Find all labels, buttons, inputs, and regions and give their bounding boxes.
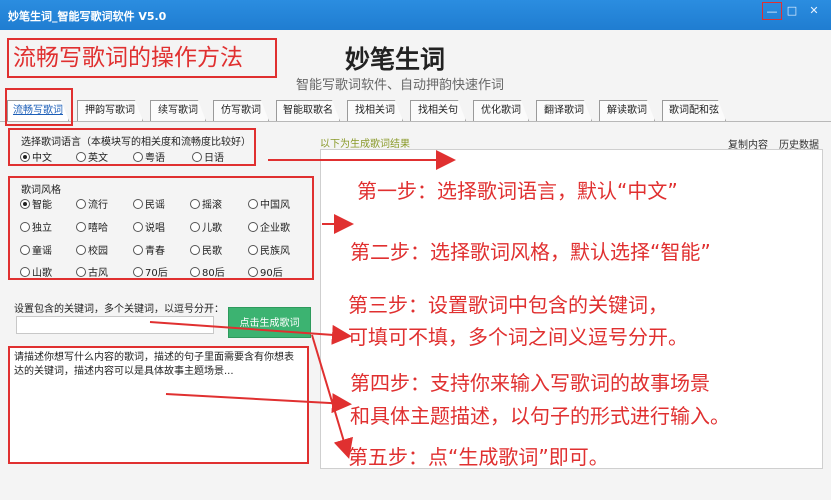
style-option[interactable]: 青春 (133, 242, 165, 257)
radio-icon (76, 152, 86, 162)
style-option[interactable]: 民族风 (248, 242, 290, 257)
language-option[interactable]: 英文 (76, 149, 108, 164)
tab-optimize-lyrics[interactable]: 优化歌词 (473, 100, 529, 121)
radio-icon (133, 245, 143, 255)
generate-lyrics-button[interactable]: 点击生成歌词 (228, 307, 311, 338)
style-option[interactable]: 校园 (76, 242, 108, 257)
radio-icon (190, 199, 200, 209)
radio-icon (248, 222, 258, 232)
style-option[interactable]: 嘻哈 (76, 219, 108, 234)
story-textarea[interactable]: 请描述你想写什么内容的歌词，描述的句子里面需要含有你想表达的关键词，描述内容可以… (8, 346, 309, 464)
tab-continue-lyrics[interactable]: 续写歌词 (150, 100, 206, 121)
radio-icon (20, 222, 30, 232)
active-tab-highlight (5, 88, 73, 126)
close-button[interactable]: ✕ (804, 2, 824, 20)
step-3-annotation-cont: 可填可不填，多个词之间义逗号分开。 (348, 325, 688, 349)
maximize-button[interactable]: □ (782, 2, 802, 20)
style-option[interactable]: 民谣 (133, 196, 165, 211)
radio-icon (248, 267, 258, 277)
radio-icon (20, 245, 30, 255)
tab-related-sentences[interactable]: 找相关句 (410, 100, 466, 121)
radio-icon (190, 267, 200, 277)
keywords-label: 设置包含的关键词，多个关键词，以逗号分开： (14, 304, 224, 315)
radio-icon (192, 152, 202, 162)
style-option[interactable]: 70后 (133, 264, 168, 279)
radio-icon (133, 222, 143, 232)
tab-lyrics-chords[interactable]: 歌词配和弦 (662, 100, 726, 121)
radio-icon (248, 199, 258, 209)
howto-banner: 流畅写歌词的操作方法 (7, 38, 277, 78)
radio-icon (133, 199, 143, 209)
language-option[interactable]: 日语 (192, 149, 224, 164)
style-option[interactable]: 古风 (76, 264, 108, 279)
tab-interpret-lyrics[interactable]: 解读歌词 (599, 100, 655, 121)
style-option[interactable]: 山歌 (20, 264, 52, 279)
step-3-annotation: 第三步：设置歌词中包含的关键词， (348, 293, 668, 317)
radio-icon (248, 245, 258, 255)
app-name: 妙笔生词 (345, 45, 446, 74)
style-option[interactable]: 90后 (248, 264, 283, 279)
style-option[interactable]: 中国风 (248, 196, 290, 211)
app-subtitle: 智能写歌词软件、自动押韵快速作词 (296, 78, 505, 93)
radio-icon (133, 152, 143, 162)
minimize-button[interactable]: — (762, 2, 782, 20)
step-4-annotation-cont: 和具体主题描述，以句子的形式进行输入。 (350, 404, 730, 428)
radio-icon (76, 267, 86, 277)
keywords-input[interactable] (16, 316, 214, 334)
tab-bar: 流畅写歌词 押韵写歌词 续写歌词 仿写歌词 智能取歌名 找相关词 找相关句 优化… (0, 96, 831, 122)
step-2-annotation: 第二步：选择歌词风格，默认选择“智能” (350, 240, 711, 264)
language-option[interactable]: 粤语 (133, 149, 165, 164)
header: 流畅写歌词的操作方法 妙笔生词 智能写歌词软件、自动押韵快速作词 (0, 30, 831, 96)
tab-song-title[interactable]: 智能取歌名 (276, 100, 340, 121)
radio-icon (20, 199, 30, 209)
language-option[interactable]: 中文 (20, 149, 52, 164)
radio-icon (20, 152, 30, 162)
style-option[interactable]: 摇滚 (190, 196, 222, 211)
style-option[interactable]: 流行 (76, 196, 108, 211)
radio-icon (20, 267, 30, 277)
style-option[interactable]: 说唱 (133, 219, 165, 234)
style-option[interactable]: 民歌 (190, 242, 222, 257)
result-label: 以下为生成歌词结果 (320, 139, 410, 150)
style-option[interactable]: 智能 (20, 196, 52, 211)
radio-icon (76, 199, 86, 209)
title-bar: 妙笔生词_智能写歌词软件 V5.0 — □ ✕ (0, 0, 831, 30)
style-option[interactable]: 企业歌 (248, 219, 290, 234)
radio-icon (133, 267, 143, 277)
style-option[interactable]: 儿歌 (190, 219, 222, 234)
tab-imitate-lyrics[interactable]: 仿写歌词 (213, 100, 269, 121)
tab-rhyme-lyrics[interactable]: 押韵写歌词 (77, 100, 143, 121)
app-window: 妙笔生词_智能写歌词软件 V5.0 — □ ✕ 流畅写歌词的操作方法 妙笔生词 … (0, 0, 831, 500)
window-title: 妙笔生词_智能写歌词软件 V5.0 (8, 10, 167, 23)
radio-icon (76, 222, 86, 232)
radio-icon (76, 245, 86, 255)
style-option[interactable]: 80后 (190, 264, 225, 279)
radio-icon (190, 222, 200, 232)
radio-icon (190, 245, 200, 255)
language-label: 选择歌词语言（本模块写的相关度和流畅度比较好） (21, 137, 251, 148)
style-option[interactable]: 独立 (20, 219, 52, 234)
tab-related-words[interactable]: 找相关词 (347, 100, 403, 121)
step-1-annotation: 第一步：选择歌词语言，默认“中文” (357, 179, 678, 203)
style-label: 歌词风格 (21, 185, 61, 196)
step-4-annotation: 第四步：支持你来输入写歌词的故事场景 (350, 371, 710, 395)
tab-translate-lyrics[interactable]: 翻译歌词 (536, 100, 592, 121)
step-5-annotation: 第五步：点“生成歌词”即可。 (348, 445, 609, 469)
style-option[interactable]: 童谣 (20, 242, 52, 257)
